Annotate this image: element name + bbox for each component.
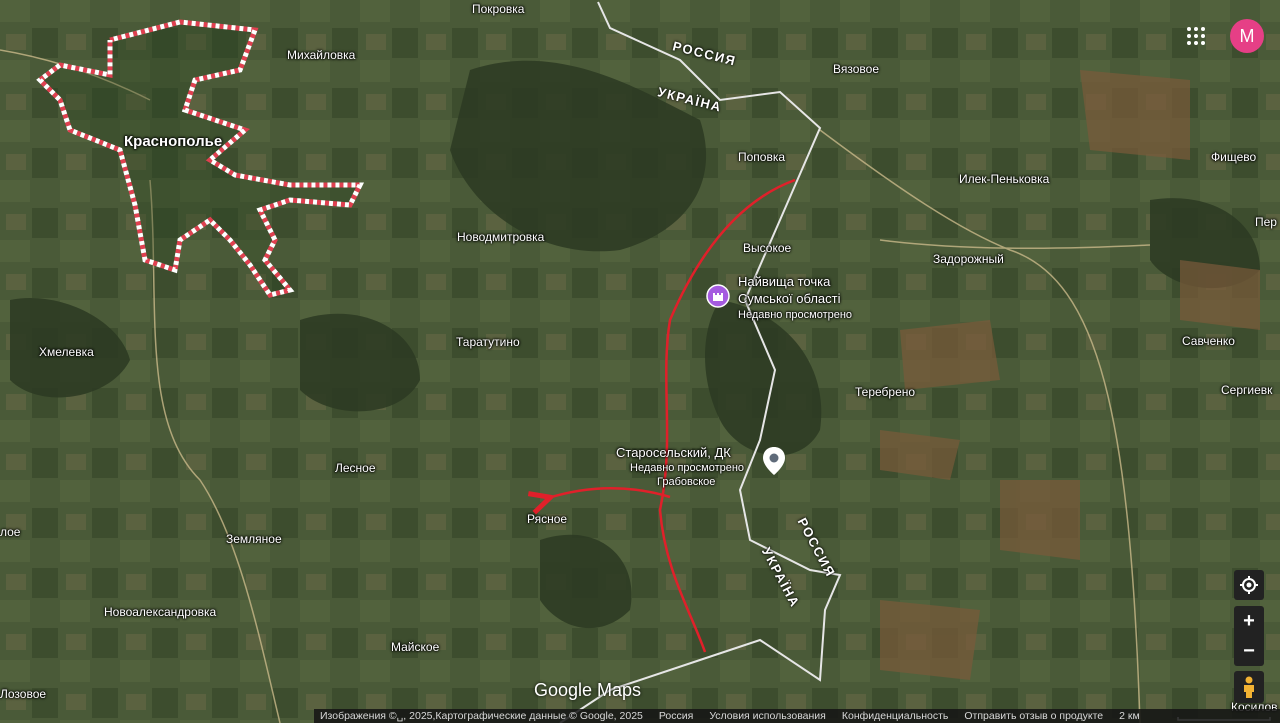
town-label[interactable]: Илек-Пеньковка	[959, 172, 1049, 186]
scale-label[interactable]: 2 км	[1119, 710, 1140, 722]
town-label[interactable]: Земляное	[226, 532, 282, 546]
town-label[interactable]: Хмелевка	[39, 345, 94, 359]
feedback-link[interactable]: Отправить отзыв о продукте	[964, 710, 1103, 722]
town-label[interactable]: Покровка	[472, 2, 524, 16]
pegman-icon	[1244, 676, 1254, 698]
imagery-attribution: Изображения ©␣, 2025,Картографические да…	[320, 710, 643, 722]
town-label[interactable]: Грабовское	[657, 476, 715, 488]
town-label[interactable]: Михайловка	[287, 48, 355, 62]
poi-subtitle: Недавно просмотрено	[630, 462, 745, 474]
town-label[interactable]: Пер	[1255, 215, 1277, 229]
town-label[interactable]: Высокое	[743, 241, 791, 255]
town-label[interactable]: Лозовое	[0, 687, 46, 701]
terms-link[interactable]: Условия использования	[709, 710, 826, 722]
google-maps-logo: Google Maps	[534, 680, 642, 700]
minus-icon: −	[1243, 639, 1255, 662]
poi-subtitle: Недавно просмотрено	[738, 309, 853, 321]
apps-grid-icon[interactable]	[1186, 26, 1206, 46]
poi-title-line2[interactable]: Сумської області	[738, 291, 841, 306]
town-label[interactable]: Лесное	[335, 461, 376, 475]
street-view-pegman[interactable]	[1234, 671, 1264, 703]
town-label[interactable]: Поповка	[738, 150, 785, 164]
castle-icon	[706, 284, 730, 308]
town-label[interactable]: Таратутино	[456, 335, 520, 349]
my-location-button[interactable]	[1234, 570, 1264, 600]
map-pin-icon	[763, 447, 785, 475]
town-label[interactable]: Майское	[391, 640, 439, 654]
town-label[interactable]: Теребрено	[855, 385, 915, 399]
town-label[interactable]: лое	[0, 525, 20, 539]
zoom-out-button[interactable]: −	[1234, 636, 1264, 666]
town-label[interactable]: Новодмитровка	[457, 230, 544, 244]
poi-highest-point[interactable]	[706, 284, 730, 313]
town-label[interactable]: Савченко	[1182, 334, 1235, 348]
country-link[interactable]: Россия	[659, 710, 693, 722]
town-label[interactable]: Задорожный	[933, 252, 1004, 266]
town-label[interactable]: Новоалександровка	[104, 605, 216, 619]
town-label[interactable]: Фищево	[1211, 150, 1256, 164]
location-target-icon	[1240, 576, 1258, 594]
town-label[interactable]: Рясное	[527, 512, 567, 526]
town-label[interactable]: Вязовое	[833, 62, 879, 76]
poi-title-line1[interactable]: Найвища точка	[738, 274, 830, 289]
town-label[interactable]: Краснополье	[124, 133, 222, 150]
poi-map-pin[interactable]	[760, 445, 788, 482]
account-avatar[interactable]: M	[1230, 19, 1264, 53]
town-label[interactable]: Сергиевк	[1221, 383, 1272, 397]
poi-title[interactable]: Старосельский, ДК	[616, 445, 731, 460]
plus-icon: +	[1243, 609, 1255, 632]
zoom-in-button[interactable]: +	[1234, 606, 1264, 636]
attribution-footer: Изображения ©␣, 2025,Картографические да…	[314, 709, 1280, 723]
privacy-link[interactable]: Конфиденциальность	[842, 710, 949, 722]
